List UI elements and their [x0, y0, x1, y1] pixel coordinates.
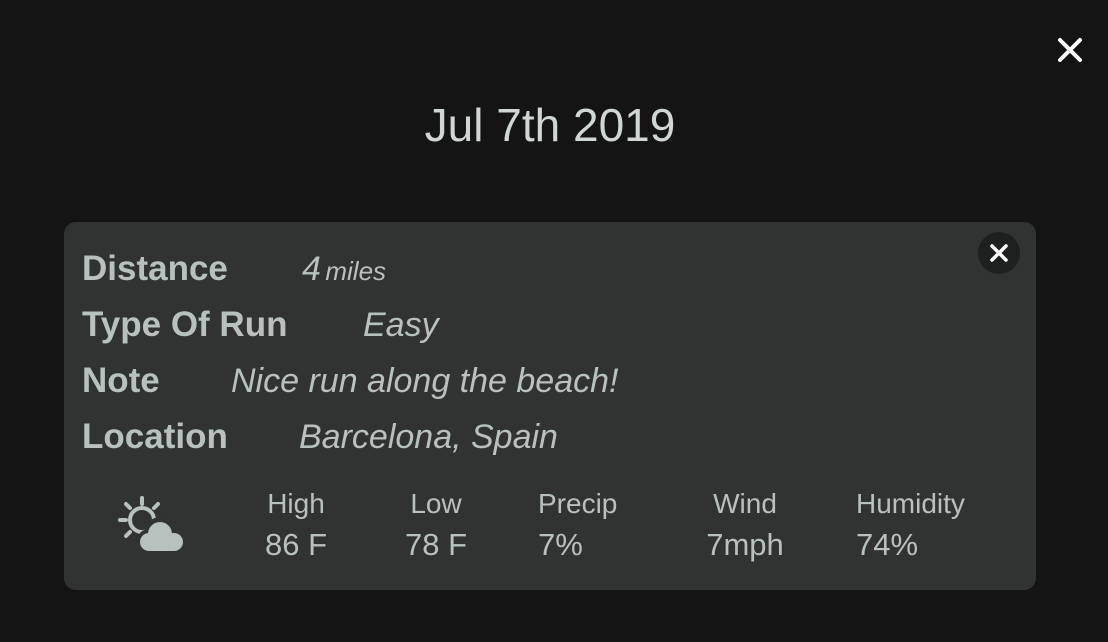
wind: Wind 7mph — [692, 486, 798, 568]
note-value: Nice run along the beach! — [231, 362, 619, 400]
run-card: Distance 4 miles Type Of Run Easy Note Nice… — [64, 222, 1036, 590]
type-label: Type Of Run — [82, 305, 288, 344]
page-title: Jul 7th 2019 — [424, 99, 676, 151]
high-label: High — [267, 488, 325, 519]
precipitation: Precip 7% — [538, 486, 634, 568]
distance-row: Distance 4 miles — [82, 246, 386, 292]
humidity: Humidity 74% — [856, 486, 986, 568]
distance-value: 4 — [302, 250, 321, 288]
run-detail-modal: Jul 7th 2019 Distance 4 miles Type Of Run… — [0, 0, 1108, 642]
wind-value: 7mph — [706, 527, 784, 562]
weather-summary: High 86 F Low 78 F Precip 7% Wind 7mph H… — [64, 480, 1036, 570]
type-row: Type Of Run Easy — [82, 302, 439, 348]
note-label: Note — [82, 361, 160, 400]
type-value: Easy — [363, 306, 439, 344]
low-label: Low — [410, 488, 462, 519]
precip-label: Precip — [538, 488, 618, 519]
partly-cloudy-icon — [116, 494, 192, 558]
close-icon — [1058, 38, 1082, 62]
low-temp: Low 78 F — [396, 486, 476, 568]
high-temp: High 86 F — [254, 486, 338, 568]
humidity-value: 74% — [856, 527, 919, 562]
distance-label: Distance — [82, 249, 228, 288]
humidity-label: Humidity — [856, 488, 965, 519]
low-value: 78 F — [404, 527, 468, 562]
modal-close-button[interactable] — [1052, 32, 1088, 68]
note-row: Note Nice run along the beach! — [82, 358, 618, 404]
location-label: Location — [82, 417, 228, 456]
wind-label: Wind — [713, 488, 777, 519]
location-row: Location Barcelona, Spain — [82, 414, 558, 460]
close-icon — [990, 244, 1008, 262]
delete-run-button[interactable] — [978, 232, 1020, 274]
distance-unit: miles — [325, 256, 387, 286]
precip-value: 7% — [538, 527, 583, 562]
high-value: 86 F — [264, 527, 328, 562]
location-value: Barcelona, Spain — [299, 418, 558, 456]
